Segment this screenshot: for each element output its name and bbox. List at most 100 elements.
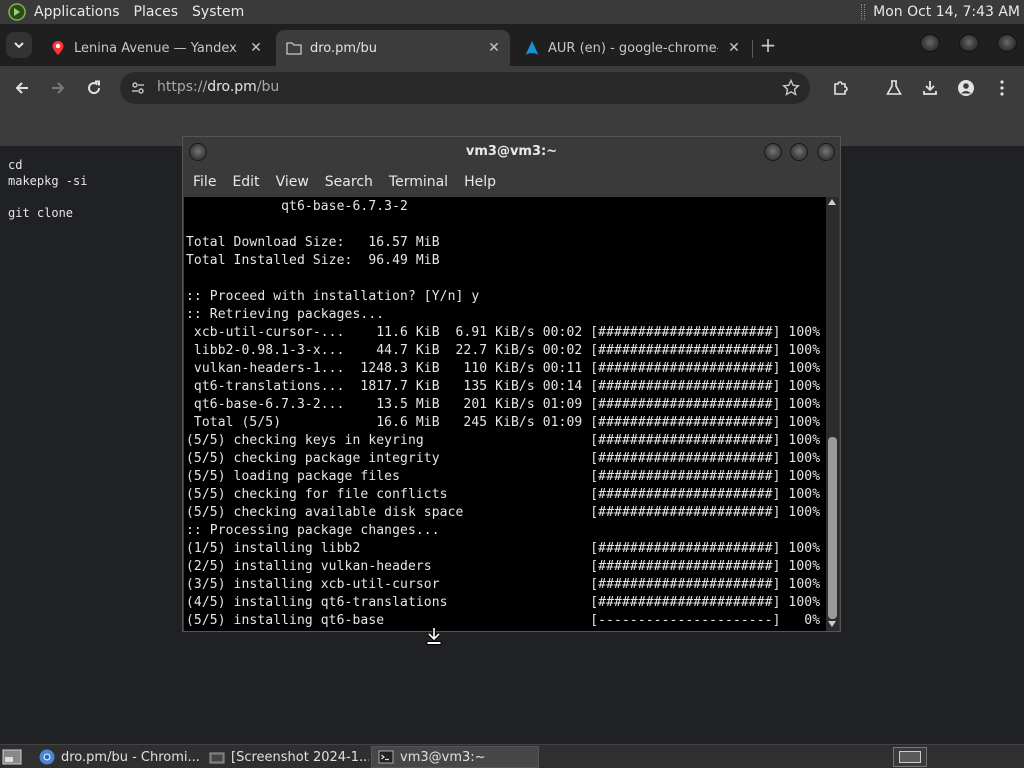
terminal-line: :: Retrieving packages... (186, 307, 385, 322)
terminal-line: Total Installed Size: 96.49 MiB (186, 253, 440, 268)
terminal-titlebar[interactable]: vm3@vm3:~ (183, 137, 840, 167)
screenshot-icon (209, 752, 225, 764)
terminal-line: Total Download Size: 16.57 MiB (186, 235, 440, 250)
arch-linux-icon (524, 40, 540, 56)
forward-button[interactable] (46, 76, 70, 100)
reload-icon (88, 80, 101, 95)
back-button[interactable] (10, 76, 34, 100)
close-icon[interactable]: ✕ (484, 38, 504, 58)
terminal-lines: qt6-base-6.7.3-2 Total Download Size: 16.… (186, 198, 820, 630)
more-vertical-icon (1000, 80, 1004, 96)
code-line: git clone (8, 206, 74, 220)
workspace-switcher[interactable] (893, 747, 927, 767)
terminal-minimize-button[interactable] (764, 143, 782, 161)
code-line: makepkg -si (8, 174, 88, 188)
yandex-maps-icon (50, 40, 66, 56)
terminal-window[interactable]: vm3@vm3:~ File Edit View Search Terminal… (182, 136, 841, 632)
tab-separator (752, 40, 753, 58)
top-panel: Applications Places System Mon Oct 14, 7… (0, 0, 1024, 24)
maximize-window-button[interactable] (959, 34, 979, 52)
task-screenshot[interactable]: [Screenshot 2024-1... (203, 746, 369, 768)
terminal-line: (5/5) loading package files [###########… (186, 469, 821, 484)
terminal-line: (5/5) checking for file conflicts [#####… (186, 487, 821, 502)
terminal-line: :: Processing package changes... (186, 523, 440, 538)
workspace-1[interactable] (899, 751, 921, 763)
show-desktop-icon[interactable] (2, 748, 22, 766)
menu-file[interactable]: File (193, 174, 216, 190)
terminal-line: (5/5) installing qt6-base [-------------… (186, 613, 821, 628)
menu-edit[interactable]: Edit (232, 174, 259, 190)
task-terminal[interactable]: vm3@vm3:~ (371, 746, 539, 768)
terminal-line: (5/5) checking keys in keyring [########… (186, 433, 821, 448)
panel-grip-icon[interactable] (861, 4, 866, 20)
terminal-line: (5/5) checking available disk space [###… (186, 505, 821, 520)
terminal-close-button[interactable] (817, 143, 835, 161)
terminal-line: (2/5) installing vulkan-headers [#######… (186, 559, 821, 574)
close-icon[interactable]: ✕ (724, 38, 744, 58)
tab-aur[interactable]: AUR (en) - google-chrome-d ✕ (514, 30, 750, 66)
close-window-button[interactable] (997, 34, 1017, 52)
terminal-output[interactable]: qt6-base-6.7.3-2 Total Download Size: 16.… (184, 197, 826, 631)
tab-title: Lenina Avenue — Yandex Ma (74, 40, 240, 56)
terminal-line: qt6-base-6.7.3-2 (186, 199, 408, 214)
terminal-line: (3/5) installing xcb-util-cursor [######… (186, 577, 821, 592)
bookmark-star-icon[interactable] (782, 79, 800, 97)
url-host: dro.pm (207, 79, 257, 95)
terminal-line: qt6-translations... 1817.7 KiB 135 KiB/s… (186, 379, 821, 394)
address-bar[interactable]: https://dro.pm/bu (120, 72, 810, 104)
url-text: https://dro.pm/bu (157, 79, 279, 95)
applications-logo-icon[interactable] (8, 3, 26, 21)
tab-search-button[interactable] (6, 32, 32, 58)
url-path: /bu (256, 79, 280, 95)
terminal-title: vm3@vm3:~ (465, 144, 558, 159)
download-cursor-icon (426, 628, 442, 645)
profile-button[interactable] (954, 76, 978, 100)
menu-view[interactable]: View (276, 174, 309, 190)
terminal-line: (4/5) installing qt6-translations [#####… (186, 595, 821, 610)
terminal-line: :: Proceed with installation? [Y/n] y (186, 289, 480, 304)
arrow-right-icon (52, 82, 65, 94)
code-line: cd (8, 158, 23, 172)
task-chromium[interactable]: dro.pm/bu - Chromi... (33, 746, 201, 768)
url-scheme: https:// (157, 79, 208, 95)
tab-title: AUR (en) - google-chrome-d (548, 40, 718, 56)
scroll-up-arrow-icon[interactable] (828, 199, 836, 205)
tab-yandex-maps[interactable]: Lenina Avenue — Yandex Ma ✕ (40, 30, 272, 66)
site-info-icon[interactable] (130, 80, 146, 96)
new-tab-button[interactable]: + (756, 34, 780, 58)
terminal-scrollbar[interactable] (826, 197, 839, 631)
scroll-down-arrow-icon[interactable] (828, 621, 836, 627)
menu-help[interactable]: Help (464, 174, 496, 190)
flask-icon (886, 80, 902, 95)
minimize-window-button[interactable] (920, 34, 940, 52)
reload-button[interactable] (82, 76, 106, 100)
terminal-line: (1/5) installing libb2 [################… (186, 541, 821, 556)
task-label: dro.pm/bu - Chromi... (61, 749, 200, 765)
close-icon[interactable]: ✕ (246, 38, 266, 58)
terminal-line: qt6-base-6.7.3-2... 13.5 MiB 201 KiB/s 0… (186, 397, 821, 412)
applications-menu[interactable]: Applications (34, 4, 120, 20)
system-menu[interactable]: System (192, 4, 244, 20)
places-menu[interactable]: Places (134, 4, 179, 20)
scrollbar-thumb[interactable] (828, 437, 837, 619)
menu-search[interactable]: Search (325, 174, 373, 190)
labs-button[interactable] (882, 76, 906, 100)
avatar-icon (958, 80, 974, 96)
browser-toolbar: https://dro.pm/bu (0, 66, 1024, 110)
terminal-line: libb2-0.98.1-3-x... 44.7 KiB 22.7 KiB/s … (186, 343, 821, 358)
downloads-button[interactable] (918, 76, 942, 100)
menu-terminal[interactable]: Terminal (389, 174, 448, 190)
page-icon (286, 40, 302, 56)
terminal-line: Total (5/5) 16.6 MiB 245 KiB/s 01:09 [##… (186, 415, 821, 430)
arrow-left-icon (15, 82, 28, 94)
terminal-maximize-button[interactable] (790, 143, 808, 161)
terminal-icon (378, 750, 394, 764)
clock[interactable]: Mon Oct 14, 7:43 AM (873, 4, 1020, 20)
tab-dro-pm[interactable]: dro.pm/bu ✕ (276, 30, 510, 66)
chromium-icon (39, 749, 55, 765)
terminal-menubar: File Edit View Search Terminal Help (183, 169, 840, 195)
menu-button[interactable] (990, 76, 1014, 100)
tab-title: dro.pm/bu (310, 40, 377, 56)
extensions-button[interactable] (829, 76, 853, 100)
